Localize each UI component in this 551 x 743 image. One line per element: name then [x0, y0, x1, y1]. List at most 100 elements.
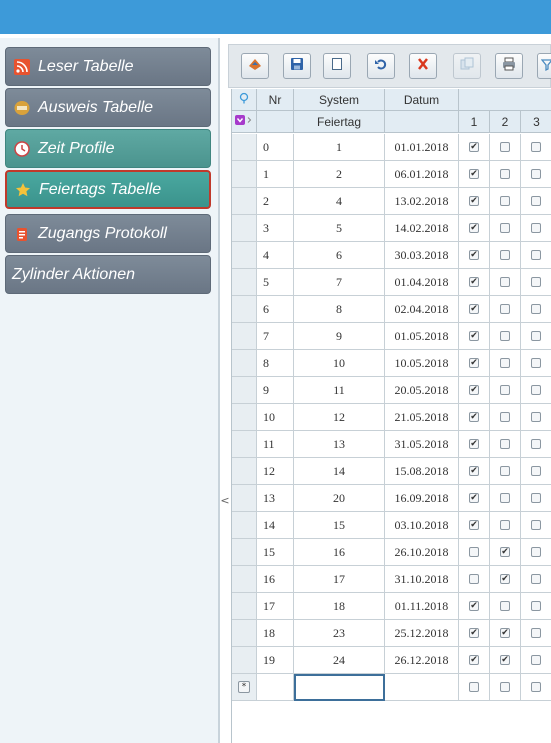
cell-datum[interactable]: 26.12.2018 — [385, 647, 459, 674]
row-selector[interactable] — [232, 404, 257, 431]
cell-datum[interactable]: 14.02.2018 — [385, 215, 459, 242]
cell-nr[interactable]: 19 — [257, 647, 294, 674]
row-selector[interactable] — [232, 593, 257, 620]
checkbox[interactable] — [500, 223, 510, 233]
checkbox[interactable] — [531, 628, 541, 638]
column-header-datum[interactable]: Datum — [385, 89, 459, 111]
checkbox[interactable]: ✔ — [469, 196, 479, 206]
cell-feiertag[interactable]: 4 — [294, 188, 385, 215]
cell-feiertag[interactable]: 24 — [294, 647, 385, 674]
cell-nr[interactable]: 6 — [257, 296, 294, 323]
cell-feiertag[interactable]: 8 — [294, 296, 385, 323]
table-row[interactable]: 4 6 30.03.2018 ✔ — [232, 242, 551, 269]
table-row[interactable]: 18 23 25.12.2018 ✔ ✔ — [232, 620, 551, 647]
row-selector[interactable] — [232, 512, 257, 539]
cell-nr[interactable]: 9 — [257, 377, 294, 404]
checkbox[interactable] — [531, 385, 541, 395]
cell-nr[interactable]: 10 — [257, 404, 294, 431]
checkbox[interactable] — [531, 250, 541, 260]
cell-nr[interactable]: 2 — [257, 188, 294, 215]
cell-feiertag[interactable]: 18 — [294, 593, 385, 620]
cell-nr[interactable]: 11 — [257, 431, 294, 458]
checkbox[interactable] — [500, 250, 510, 260]
table-row[interactable]: 17 18 01.11.2018 ✔ — [232, 593, 551, 620]
table-row[interactable]: 2 4 13.02.2018 ✔ — [232, 188, 551, 215]
cell-feiertag[interactable]: 17 — [294, 566, 385, 593]
cell-datum[interactable]: 25.12.2018 — [385, 620, 459, 647]
new-cell-feiertag[interactable] — [294, 674, 385, 701]
row-selector[interactable] — [232, 620, 257, 647]
cell-nr[interactable]: 8 — [257, 350, 294, 377]
table-row[interactable]: 6 8 02.04.2018 ✔ — [232, 296, 551, 323]
checkbox[interactable] — [500, 466, 510, 476]
sidebar-item-zugangs-protokoll[interactable]: Zugangs Protokoll — [5, 214, 211, 253]
cell-datum[interactable]: 31.10.2018 — [385, 566, 459, 593]
cell-datum[interactable]: 03.10.2018 — [385, 512, 459, 539]
checkbox[interactable]: ✔ — [469, 331, 479, 341]
checkbox[interactable] — [531, 682, 541, 692]
checkbox[interactable] — [500, 412, 510, 422]
checkbox[interactable] — [531, 439, 541, 449]
cell-feiertag[interactable]: 20 — [294, 485, 385, 512]
checkbox[interactable] — [500, 385, 510, 395]
table-row[interactable]: 5 7 01.04.2018 ✔ — [232, 269, 551, 296]
cell-nr[interactable]: 5 — [257, 269, 294, 296]
checkbox[interactable] — [531, 520, 541, 530]
cell-nr[interactable]: 14 — [257, 512, 294, 539]
cell-datum[interactable]: 06.01.2018 — [385, 161, 459, 188]
sidebar-item-leser-tabelle[interactable]: Leser Tabelle — [5, 47, 211, 86]
table-row[interactable]: 13 20 16.09.2018 ✔ — [232, 485, 551, 512]
checkbox[interactable] — [531, 304, 541, 314]
table-row[interactable]: 16 17 31.10.2018 ✔ — [232, 566, 551, 593]
cell-datum[interactable]: 21.05.2018 — [385, 404, 459, 431]
cell-feiertag[interactable]: 16 — [294, 539, 385, 566]
undo-button[interactable] — [367, 53, 395, 79]
row-selector[interactable] — [232, 242, 257, 269]
row-selector[interactable] — [232, 188, 257, 215]
row-selector[interactable] — [232, 161, 257, 188]
row-selector[interactable] — [232, 485, 257, 512]
column-header-nr[interactable]: Nr — [257, 89, 294, 111]
row-selector[interactable] — [232, 269, 257, 296]
cell-datum[interactable]: 26.10.2018 — [385, 539, 459, 566]
table-row[interactable]: 8 10 10.05.2018 ✔ — [232, 350, 551, 377]
row-selector[interactable] — [232, 539, 257, 566]
new-page-button[interactable] — [323, 53, 351, 79]
cell-datum[interactable]: 01.11.2018 — [385, 593, 459, 620]
checkbox[interactable]: ✔ — [500, 574, 510, 584]
add-button[interactable] — [241, 53, 269, 79]
checkbox[interactable]: ✔ — [469, 628, 479, 638]
row-selector[interactable] — [232, 350, 257, 377]
cell-feiertag[interactable]: 23 — [294, 620, 385, 647]
cell-nr[interactable]: 12 — [257, 458, 294, 485]
new-row[interactable]: * — [232, 674, 551, 701]
cell-nr[interactable]: 13 — [257, 485, 294, 512]
checkbox[interactable] — [500, 358, 510, 368]
new-cell-nr[interactable] — [257, 674, 294, 701]
cell-feiertag[interactable]: 15 — [294, 512, 385, 539]
table-row[interactable]: 12 14 15.08.2018 ✔ — [232, 458, 551, 485]
checkbox[interactable]: ✔ — [469, 277, 479, 287]
checkbox[interactable]: ✔ — [469, 439, 479, 449]
row-selector[interactable] — [232, 377, 257, 404]
checkbox[interactable]: ✔ — [469, 466, 479, 476]
cell-feiertag[interactable]: 9 — [294, 323, 385, 350]
cell-datum[interactable]: 31.05.2018 — [385, 431, 459, 458]
checkbox[interactable] — [531, 331, 541, 341]
cell-nr[interactable]: 4 — [257, 242, 294, 269]
checkbox[interactable] — [500, 520, 510, 530]
checkbox[interactable]: ✔ — [500, 547, 510, 557]
checkbox[interactable]: ✔ — [469, 385, 479, 395]
checkbox[interactable]: ✔ — [500, 628, 510, 638]
checkbox[interactable] — [531, 547, 541, 557]
checkbox[interactable] — [500, 304, 510, 314]
checkbox[interactable] — [469, 574, 479, 584]
collapse-splitter[interactable]: < — [220, 480, 229, 520]
checkbox[interactable]: ✔ — [469, 493, 479, 503]
row-selector[interactable] — [232, 296, 257, 323]
checkbox[interactable]: ✔ — [469, 142, 479, 152]
cell-feiertag[interactable]: 7 — [294, 269, 385, 296]
cell-datum[interactable]: 15.08.2018 — [385, 458, 459, 485]
cell-nr[interactable]: 15 — [257, 539, 294, 566]
cell-datum[interactable]: 01.01.2018 — [385, 134, 459, 161]
